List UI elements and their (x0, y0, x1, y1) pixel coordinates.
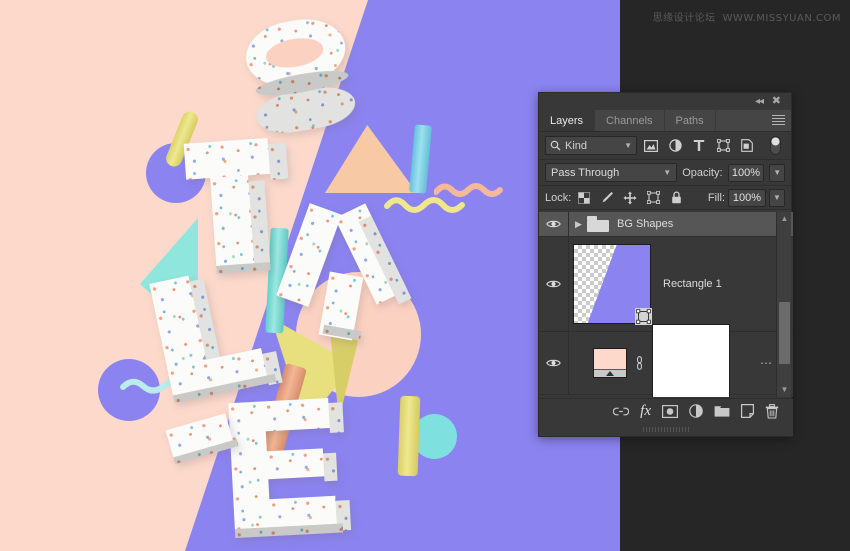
layer-row-body[interactable]: Rectangle 1 (569, 244, 793, 325)
layers-bottom-toolbar[interactable]: fx (539, 398, 793, 423)
tab-channels-label: Channels (606, 114, 653, 127)
table-row[interactable]: ▶ BG Shapes (539, 212, 793, 237)
artwork-letter-E (228, 397, 355, 548)
peach-gradient-thumbnail[interactable] (593, 348, 627, 378)
app-root: 思缘设计论坛 WWW.MISSYUAN.COM ◂◂ ✖ Layers Chann… (0, 0, 850, 551)
eye-icon (546, 220, 561, 228)
new-adjustment-layer-icon[interactable] (689, 404, 703, 418)
link-mask-icon[interactable] (635, 356, 644, 370)
blend-mode-select[interactable]: Pass Through ▼ (545, 163, 678, 182)
layer-row-body[interactable]: ⋯ (569, 324, 793, 397)
panel-resize-grip[interactable] (643, 427, 689, 432)
document-canvas[interactable] (0, 0, 620, 551)
more-options-icon[interactable]: ⋯ (760, 356, 773, 370)
artwork-letter-S (235, 9, 371, 157)
new-layer-icon[interactable] (741, 404, 754, 418)
fill-label: Fill: (707, 191, 725, 204)
filter-toggle-switch-icon[interactable] (765, 136, 785, 155)
close-icon[interactable]: ✖ (772, 96, 781, 107)
eye-icon (546, 359, 561, 367)
layer-visibility-toggle[interactable] (539, 212, 569, 236)
lock-all-icon[interactable] (666, 189, 686, 207)
lock-label: Lock: (545, 191, 572, 204)
layer-list-scrollbar[interactable]: ▲ ▼ (776, 212, 791, 397)
vector-mask-badge-icon (635, 308, 652, 325)
panel-menu-icon[interactable] (772, 115, 785, 126)
fill-chevron-down-icon[interactable]: ▼ (769, 188, 785, 207)
artwork-letter-Y (276, 196, 420, 346)
lock-image-pixels-icon[interactable] (597, 189, 617, 207)
filter-kind-label: Kind (565, 139, 588, 152)
link-layers-icon[interactable] (613, 406, 630, 417)
layer-name-bg-shapes: BG Shapes (617, 218, 674, 230)
layers-panel[interactable]: ◂◂ ✖ Layers Channels Paths Kind ▼ Pass T… (538, 92, 793, 437)
filter-kind-select[interactable]: Kind ▼ (545, 136, 637, 155)
tab-channels[interactable]: Channels (595, 110, 665, 131)
artwork-letter-T (183, 136, 298, 274)
lock-position-icon[interactable] (620, 189, 640, 207)
tab-layers-label: Layers (550, 114, 584, 127)
smart-object-filter-icon[interactable] (737, 136, 757, 155)
eye-icon (546, 280, 561, 288)
layer-filter-row[interactable]: Kind ▼ (539, 132, 791, 160)
scroll-up-arrow-icon[interactable]: ▲ (777, 212, 792, 226)
chevron-right-icon[interactable]: ▶ (575, 219, 587, 230)
layer-row-body[interactable]: ▶ BG Shapes (569, 216, 793, 232)
blend-mode-value: Pass Through (551, 166, 620, 179)
table-row[interactable]: Rectangle 1 (539, 237, 793, 332)
delete-layer-icon[interactable] (765, 403, 779, 419)
white-layer-mask[interactable] (652, 324, 730, 397)
layer-visibility-toggle[interactable] (539, 332, 569, 394)
layer-name-rectangle-1: Rectangle 1 (663, 278, 722, 290)
lock-row[interactable]: Lock: Fill: 100% ▼ (539, 186, 791, 210)
panel-titlebar[interactable]: ◂◂ ✖ (539, 93, 791, 110)
lock-transparent-pixels-icon[interactable] (574, 189, 594, 207)
type-layer-filter-icon[interactable] (689, 136, 709, 155)
shape-thumbnail-purple-wedge[interactable] (573, 244, 652, 325)
add-layer-mask-icon[interactable] (662, 404, 678, 418)
panel-resize-footer[interactable] (539, 423, 793, 436)
tab-paths-label: Paths (675, 114, 704, 127)
watermark-chinese: 思缘设计论坛 (652, 13, 716, 24)
lock-artboard-nesting-icon[interactable] (643, 189, 663, 207)
tab-layers[interactable]: Layers (539, 110, 596, 131)
blend-mode-row[interactable]: Pass Through ▼ Opacity: 100% ▼ (539, 160, 791, 186)
add-layer-style-fx-icon[interactable]: fx (640, 403, 651, 420)
scrollbar-thumb[interactable] (779, 302, 790, 364)
panel-tab-row[interactable]: Layers Channels Paths (539, 110, 791, 132)
shape-layer-filter-icon[interactable] (713, 136, 733, 155)
opacity-input[interactable]: 100% (727, 163, 765, 182)
scroll-down-arrow-icon[interactable]: ▼ (777, 383, 792, 397)
layer-list[interactable]: ▶ BG Shapes Rectangle 1 ⋯ (539, 212, 793, 397)
artwork-cylinder-yellow-right (397, 395, 421, 477)
opacity-chevron-down-icon[interactable]: ▼ (769, 163, 785, 182)
adjustment-layer-filter-icon[interactable] (665, 136, 685, 155)
watermark-url: WWW.MISSYUAN.COM (722, 13, 841, 24)
chevron-down-icon[interactable]: ▼ (624, 141, 632, 150)
new-group-icon[interactable] (714, 405, 730, 418)
table-row[interactable]: ⋯ (539, 324, 793, 397)
fill-input[interactable]: 100% (728, 188, 766, 207)
watermark: 思缘设计论坛 WWW.MISSYUAN.COM (653, 9, 841, 24)
chevron-down-icon[interactable]: ▼ (663, 168, 671, 177)
tab-paths[interactable]: Paths (665, 110, 716, 131)
folder-icon (587, 216, 609, 232)
pixel-layer-filter-icon[interactable] (641, 136, 661, 155)
collapse-double-arrow-icon[interactable]: ◂◂ (755, 96, 764, 107)
opacity-label: Opacity: (682, 166, 723, 179)
layer-visibility-toggle[interactable] (539, 237, 569, 331)
search-icon (550, 140, 561, 151)
